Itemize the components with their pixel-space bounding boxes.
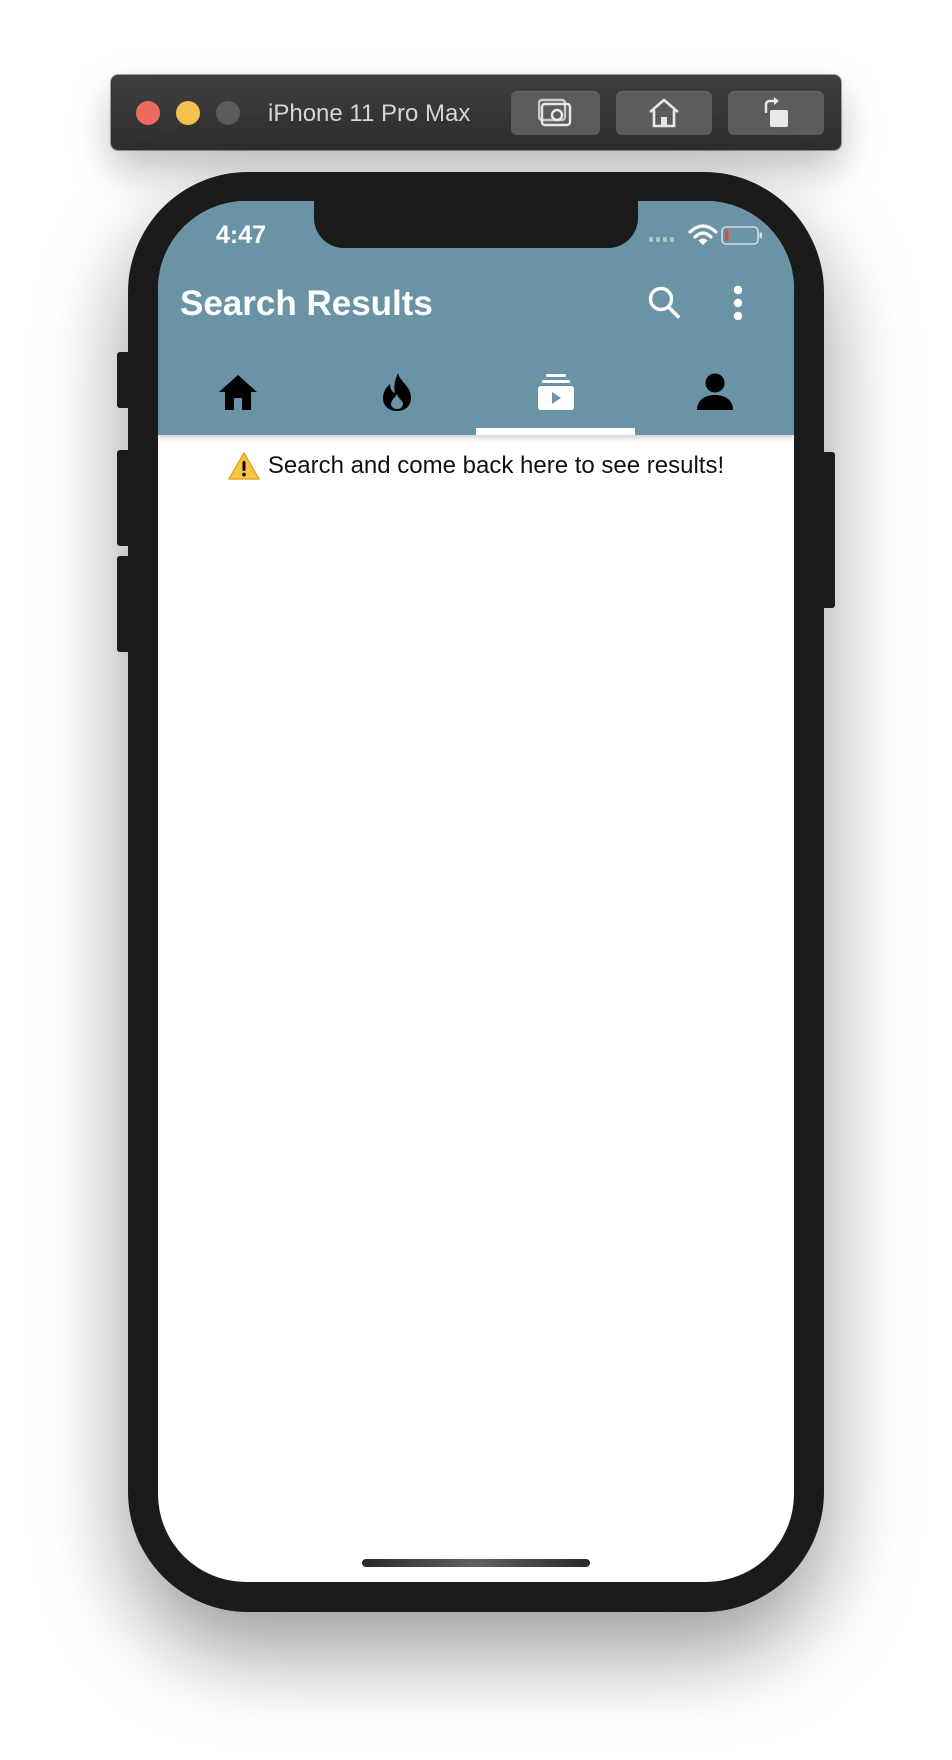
close-window-button[interactable] xyxy=(136,101,160,125)
tab-home[interactable] xyxy=(158,349,317,435)
simulator-device-title: iPhone 11 Pro Max xyxy=(268,100,471,127)
subscriptions-icon xyxy=(537,374,574,410)
status-time: 4:47 xyxy=(216,221,267,249)
home-indicator[interactable] xyxy=(362,1559,590,1567)
screenshot-icon xyxy=(537,98,571,127)
empty-state-text: Search and come back here to see results… xyxy=(267,452,725,479)
simulator-home-button[interactable] xyxy=(616,91,712,135)
trending-flame-icon xyxy=(382,373,411,411)
zoom-window-button[interactable] xyxy=(216,101,240,125)
cellular-signal-icon xyxy=(649,237,679,243)
rotate-icon xyxy=(764,97,788,127)
search-button[interactable] xyxy=(644,283,684,323)
minimize-window-button[interactable] xyxy=(176,101,200,125)
home-icon xyxy=(649,98,679,128)
home-icon xyxy=(218,375,257,410)
search-icon xyxy=(648,286,680,319)
tab-trending[interactable] xyxy=(317,349,476,435)
device-screen: 4:47 Search Results Search and come back… xyxy=(158,201,794,1582)
more-vertical-icon xyxy=(733,285,743,321)
page-title: Search Results xyxy=(180,284,433,323)
empty-state-message: Search and come back here to see results… xyxy=(158,449,794,483)
simulator-toolbar: iPhone 11 Pro Max xyxy=(111,75,841,150)
device-notch xyxy=(314,201,638,248)
selected-tab-indicator xyxy=(476,428,635,435)
tab-profile[interactable] xyxy=(635,349,794,435)
wifi-icon xyxy=(688,224,718,245)
battery-icon xyxy=(721,226,762,245)
warning-icon xyxy=(228,452,260,480)
app-bar: 4:47 Search Results xyxy=(158,201,794,435)
simulator-screenshot-button[interactable] xyxy=(511,91,600,135)
tab-subscriptions[interactable] xyxy=(476,349,635,435)
simulator-rotate-button[interactable] xyxy=(728,91,824,135)
person-icon xyxy=(696,373,733,410)
more-options-button[interactable] xyxy=(726,283,750,323)
